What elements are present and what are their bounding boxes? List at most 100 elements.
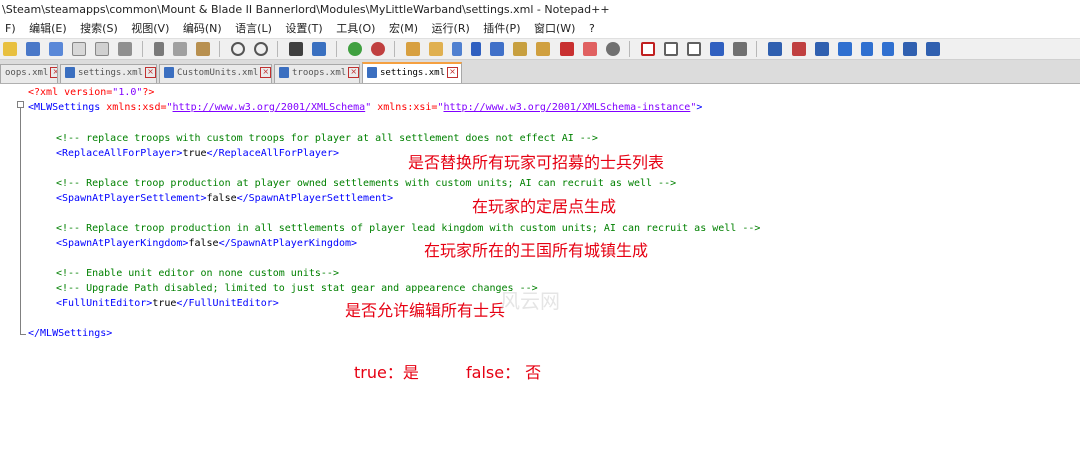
plugin-e-icon[interactable]: [903, 42, 918, 56]
xml-decl-close: ?>: [142, 87, 155, 98]
print-icon[interactable]: [118, 42, 133, 56]
tab-label: oops.xml: [5, 68, 49, 78]
xml-declaration[interactable]: <?xml version="1.0"?>: [28, 86, 154, 99]
xml-decl-open: <?xml version=: [28, 87, 113, 98]
copy-icon[interactable]: [172, 42, 187, 56]
folder-workspace-icon[interactable]: [559, 42, 574, 56]
save-icon[interactable]: [26, 42, 41, 56]
menu-run[interactable]: 运行(R): [427, 20, 475, 38]
sync-horizontal-icon[interactable]: [428, 42, 443, 56]
comment-spawn-kingdom[interactable]: <!-- Replace troop production in all set…: [56, 222, 760, 235]
doc-map-icon[interactable]: [513, 42, 528, 56]
close-all-icon[interactable]: [95, 42, 110, 56]
menu-file[interactable]: F): [0, 20, 21, 38]
sync-vertical-icon[interactable]: [405, 42, 420, 56]
save-macro-icon[interactable]: [733, 42, 748, 56]
function-list-icon[interactable]: [536, 42, 551, 56]
cut-icon[interactable]: [153, 42, 164, 56]
tab-customunits-xml[interactable]: CustomUnits.xml ×: [159, 64, 272, 83]
tab-bar: oops.xml× settings.xml× CustomUnits.xml×…: [0, 60, 1080, 84]
annotation-full-editor: 是否允许编辑所有士兵: [345, 301, 506, 320]
toolbar-separator: [277, 41, 279, 57]
comment-spawn-settlement[interactable]: <!-- Replace troop production at player …: [56, 177, 676, 190]
menu-macro[interactable]: 宏(M): [384, 20, 423, 38]
menu-edit[interactable]: 编辑(E): [24, 20, 72, 38]
open-tag: <ReplaceAllForPlayer>: [56, 148, 183, 159]
annotation-spawn-kingdom: 在玩家所在的王国所有城镇生成: [424, 241, 649, 260]
xsd-url-link[interactable]: http://www.w3.org/2001/XMLSchema: [173, 102, 366, 113]
menu-plugins[interactable]: 插件(P): [478, 20, 525, 38]
open-tag: <FullUnitEditor>: [56, 298, 153, 309]
fold-gutter[interactable]: [0, 84, 27, 458]
open-tag: <SpawnAtPlayerSettlement>: [56, 193, 207, 204]
menu-language[interactable]: 语言(L): [230, 20, 277, 38]
menu-view[interactable]: 视图(V): [126, 20, 174, 38]
menu-settings[interactable]: 设置(T): [280, 20, 327, 38]
stop-macro-icon[interactable]: [664, 42, 678, 56]
close-tag: </SpawnAtPlayerSettlement>: [236, 193, 394, 204]
menu-tools[interactable]: 工具(O): [331, 20, 380, 38]
tab-troops-xml[interactable]: troops.xml ×: [274, 64, 360, 83]
watermark: 风云网: [500, 289, 560, 313]
plugin-b-icon[interactable]: [791, 42, 806, 56]
root-tag-name: MLWSettings: [34, 102, 101, 113]
plugin-c-icon[interactable]: [814, 42, 829, 56]
annotation-true-label: true：是: [354, 363, 419, 382]
undo-icon[interactable]: [231, 42, 246, 56]
close-tab-icon[interactable]: ×: [447, 67, 459, 78]
monitoring-icon[interactable]: [605, 42, 620, 56]
fold-toggle-icon[interactable]: [17, 101, 24, 108]
close-tab-icon[interactable]: ×: [260, 67, 271, 78]
save-all-icon[interactable]: [49, 42, 64, 56]
paste-icon[interactable]: [195, 42, 210, 56]
menu-help[interactable]: ?: [584, 20, 600, 38]
doc-list-icon[interactable]: [582, 42, 597, 56]
plugin-f-icon[interactable]: [926, 42, 941, 56]
close-tag: </ReplaceAllForPlayer>: [206, 148, 339, 159]
editor-area[interactable]: <?xml version="1.0"?> <MLWSettings xmlns…: [0, 84, 1080, 458]
toolbar: [0, 38, 1080, 60]
plugin-a-icon[interactable]: [768, 42, 783, 56]
tab-settings-xml-1[interactable]: settings.xml ×: [60, 64, 157, 83]
element-full-unit-editor[interactable]: <FullUnitEditor>true</FullUnitEditor>: [56, 297, 279, 310]
word-wrap-icon[interactable]: [452, 42, 463, 56]
xsi-url-link[interactable]: http://www.w3.org/2001/XMLSchema-instanc…: [443, 102, 690, 113]
new-file-icon[interactable]: [3, 42, 17, 56]
zoom-in-icon[interactable]: [347, 42, 362, 56]
close-tab-icon[interactable]: ×: [145, 67, 156, 78]
close-tab-icon[interactable]: ×: [348, 67, 359, 78]
tab-label: CustomUnits.xml: [177, 68, 259, 78]
tab-troops-xml-partial[interactable]: oops.xml×: [0, 64, 58, 83]
toolbar-separator: [335, 41, 337, 57]
arrow-up-icon[interactable]: [860, 42, 873, 56]
menu-encoding[interactable]: 编码(N): [178, 20, 227, 38]
close-tab-icon[interactable]: ×: [50, 67, 57, 78]
zoom-out-icon[interactable]: [370, 42, 385, 56]
root-close-line[interactable]: </MLWSettings>: [28, 327, 112, 340]
element-replace-all-for-player[interactable]: <ReplaceAllForPlayer>true</ReplaceAllFor…: [56, 147, 339, 160]
close-file-icon[interactable]: [72, 42, 87, 56]
replace-icon[interactable]: [312, 42, 327, 56]
element-value: false: [206, 193, 237, 204]
element-spawn-at-player-kingdom[interactable]: <SpawnAtPlayerKingdom>false</SpawnAtPlay…: [56, 237, 357, 250]
plugin-d-icon[interactable]: [837, 42, 852, 56]
comment-unit-editor[interactable]: <!-- Enable unit editor on none custom u…: [56, 267, 339, 280]
arrow-down-icon[interactable]: [881, 42, 894, 56]
element-value: true: [182, 148, 207, 159]
menu-search[interactable]: 搜索(S): [75, 20, 123, 38]
menu-window[interactable]: 窗口(W): [529, 20, 580, 38]
save-icon: [279, 67, 289, 78]
toolbar-separator: [218, 41, 220, 57]
element-spawn-at-player-settlement[interactable]: <SpawnAtPlayerSettlement>false</SpawnAtP…: [56, 192, 393, 205]
show-all-chars-icon[interactable]: [471, 42, 482, 56]
redo-icon[interactable]: [254, 42, 269, 56]
comment-upgrade-path[interactable]: <!-- Upgrade Path disabled; limited to j…: [56, 282, 538, 295]
play-macro-icon[interactable]: [687, 42, 702, 56]
find-icon[interactable]: [289, 42, 304, 56]
comment-replace-troops[interactable]: <!-- replace troops with custom troops f…: [56, 132, 598, 145]
indent-guide-icon[interactable]: [490, 42, 505, 56]
tab-settings-xml-active[interactable]: settings.xml ×: [362, 62, 462, 83]
run-macro-multiple-icon[interactable]: [710, 42, 725, 56]
root-open-line[interactable]: <MLWSettings xmlns:xsd="http://www.w3.or…: [28, 101, 702, 114]
record-macro-icon[interactable]: [640, 42, 655, 56]
